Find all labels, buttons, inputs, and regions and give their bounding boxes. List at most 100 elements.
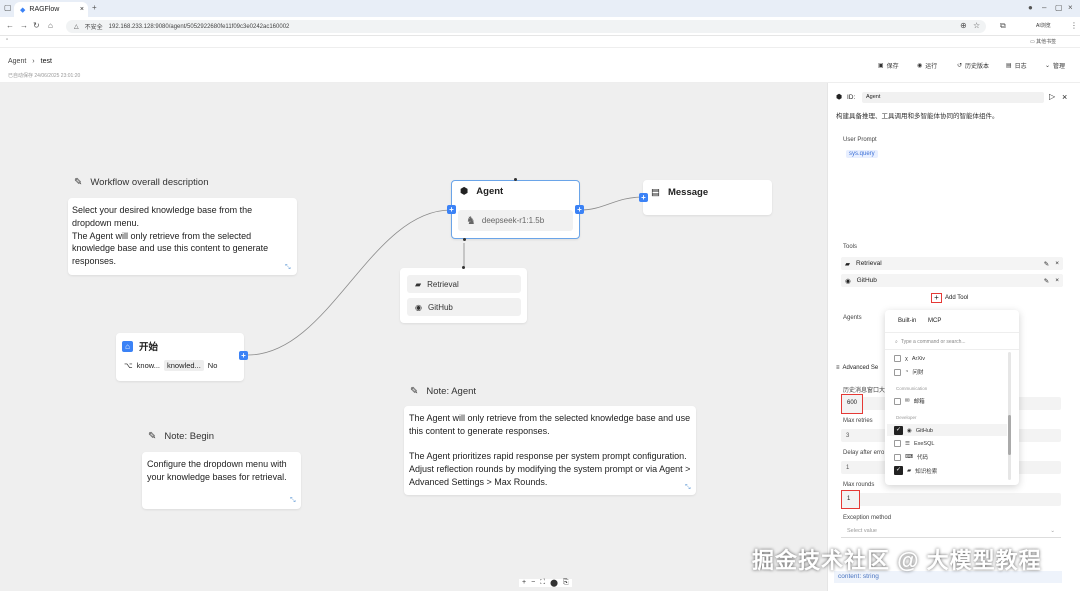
home-icon: ⌂ bbox=[122, 340, 133, 352]
agent-model-pill[interactable]: ♞ deepseek-r1:1.5b bbox=[458, 210, 573, 231]
wencai-icon: ◔ bbox=[905, 369, 909, 375]
panel-id-input[interactable]: Agent bbox=[862, 92, 1044, 103]
max-rounds-value[interactable]: 1 bbox=[841, 490, 860, 509]
forward-icon[interactable]: → bbox=[20, 21, 28, 30]
new-tab-icon[interactable]: + bbox=[92, 3, 97, 12]
fit-view-button[interactable]: ⛶ bbox=[540, 579, 545, 587]
reload-icon[interactable]: ↻ bbox=[33, 21, 40, 30]
max-rounds-input[interactable] bbox=[841, 493, 1061, 506]
popup-search[interactable]: ⌕ Type a command or search... bbox=[895, 339, 966, 345]
resize-handle-icon[interactable]: ⤡ bbox=[290, 497, 296, 505]
remove-icon[interactable]: × bbox=[1055, 260, 1059, 267]
agent-note-body[interactable]: The Agent will only retrieve from the se… bbox=[404, 406, 696, 495]
tab-actions-icon[interactable]: ▢ bbox=[4, 3, 12, 12]
run-node-icon[interactable]: ▷ bbox=[1049, 92, 1055, 101]
tools-node-item-github[interactable]: ◉ GitHub bbox=[407, 298, 521, 316]
breadcrumb: Agent › test bbox=[8, 58, 52, 65]
begin-param-row[interactable]: ⌥ know... knowled... No bbox=[124, 360, 217, 371]
add-tool-button[interactable]: + Add Tool bbox=[931, 293, 968, 303]
lock-button[interactable]: ⬤ bbox=[550, 579, 558, 587]
url-field[interactable]: △ 不安全 192.168.233.128:9080/agent/5052922… bbox=[66, 20, 986, 33]
group-communication: Communication bbox=[896, 386, 928, 391]
manage-button[interactable]: ⌄ 管理 bbox=[1045, 61, 1065, 70]
begin-output-handle[interactable]: + bbox=[239, 351, 248, 360]
profile-icon[interactable]: ● bbox=[1028, 3, 1033, 12]
overall-note-title-text: Workflow overall description bbox=[90, 177, 209, 188]
popup-search-placeholder: Type a command or search... bbox=[900, 339, 966, 345]
begin-node-header: ⌂ 开始 bbox=[122, 339, 158, 353]
log-button[interactable]: ▤ 日志 bbox=[1006, 61, 1027, 70]
checkbox[interactable] bbox=[894, 397, 901, 405]
overall-note-title: ✎ Workflow overall description bbox=[74, 177, 208, 188]
begin-param-value: knowled... bbox=[164, 360, 204, 371]
home-icon[interactable]: ⌂ bbox=[48, 21, 53, 30]
back-icon[interactable]: ← bbox=[6, 21, 14, 30]
minimize-icon[interactable]: – bbox=[1042, 3, 1046, 12]
user-prompt-variable[interactable]: sys.query bbox=[846, 150, 878, 158]
tools-node-item-retrieval[interactable]: ▰ Retrieval bbox=[407, 275, 521, 293]
checkbox[interactable] bbox=[894, 368, 901, 376]
message-icon: ▤ bbox=[651, 187, 660, 198]
tool-option-arxiv[interactable]: χ ArXiv bbox=[894, 355, 925, 362]
tool-option-code[interactable]: ⌨ 代码 bbox=[894, 453, 928, 461]
resize-handle-icon[interactable]: ⤡ bbox=[285, 264, 291, 272]
run-label: 运行 bbox=[925, 64, 938, 70]
tool-option-wencai[interactable]: ◔ 问财 bbox=[894, 368, 923, 376]
agent-input-handle[interactable]: + bbox=[447, 205, 456, 214]
bookmark-dot-icon[interactable]: ▫ bbox=[6, 37, 8, 43]
tab-mcp[interactable]: MCP bbox=[928, 318, 941, 324]
play-icon: ◉ bbox=[917, 63, 923, 69]
tool-option-label: 代码 bbox=[916, 455, 928, 461]
run-button[interactable]: ◉ 运行 bbox=[917, 61, 937, 70]
extensions-icon[interactable]: ⧉ bbox=[1000, 21, 1006, 31]
close-window-icon[interactable]: × bbox=[1068, 3, 1073, 12]
popup-scrollbar-thumb[interactable] bbox=[1008, 415, 1011, 455]
exception-method-placeholder: Select value bbox=[847, 528, 877, 534]
begin-note-body[interactable]: Configure the dropdown menu with your kn… bbox=[142, 452, 301, 509]
agent-output-handle[interactable]: + bbox=[575, 205, 584, 214]
exception-method-select[interactable]: Select value ⌄ bbox=[841, 526, 1061, 538]
tool-row-github[interactable]: ◉ GitHub ✎ × bbox=[841, 274, 1063, 287]
checkbox[interactable] bbox=[894, 453, 901, 461]
popup-divider bbox=[885, 332, 1019, 333]
close-icon[interactable]: × bbox=[1062, 92, 1067, 102]
tool-option-exesql[interactable]: ☰ ExeSQL bbox=[894, 440, 934, 447]
zoom-icon[interactable]: ⊕ bbox=[960, 21, 967, 30]
tools-node-top-dot bbox=[462, 266, 465, 269]
tab-built-in[interactable]: Built-in bbox=[898, 318, 916, 324]
message-input-handle[interactable]: + bbox=[639, 193, 648, 202]
star-icon[interactable]: ☆ bbox=[973, 21, 980, 30]
checkbox[interactable] bbox=[894, 440, 901, 447]
zoom-out-button[interactable]: − bbox=[531, 579, 535, 587]
history-window-value[interactable]: 600 bbox=[841, 394, 863, 414]
overall-note-body[interactable]: Select your desired knowledge base from … bbox=[68, 198, 297, 275]
edit-icon[interactable]: ✎ bbox=[1044, 277, 1049, 285]
plus-icon: + bbox=[931, 293, 942, 303]
save-button[interactable]: ▣ 保存 bbox=[878, 61, 899, 70]
remove-icon[interactable]: × bbox=[1055, 277, 1059, 284]
breadcrumb-root[interactable]: Agent bbox=[8, 58, 26, 65]
close-tab-icon[interactable]: × bbox=[80, 6, 84, 13]
tool-row-retrieval[interactable]: ▰ Retrieval ✎ × bbox=[841, 257, 1063, 270]
tool-option-retrieval[interactable]: ✓ ▰ 知识检索 bbox=[894, 466, 937, 475]
resize-handle-icon[interactable]: ⤡ bbox=[685, 484, 691, 492]
other-bookmarks[interactable]: ▭ 其他书签 bbox=[1030, 38, 1056, 45]
profile-button[interactable]: AI浏览 bbox=[1036, 22, 1051, 29]
checkbox-checked[interactable]: ✓ bbox=[894, 466, 903, 475]
advanced-settings-toggle[interactable]: ≡ Advanced Se bbox=[836, 365, 878, 371]
menu-icon[interactable]: ⋮ bbox=[1070, 21, 1078, 30]
breadcrumb-current: test bbox=[40, 58, 52, 65]
zoom-in-button[interactable]: + bbox=[522, 579, 526, 587]
browser-tab[interactable]: ◆ RAGFlow × bbox=[14, 2, 88, 17]
panel-cube-icon: ⬢ bbox=[836, 94, 843, 101]
checkbox[interactable] bbox=[894, 355, 901, 362]
tool-option-email[interactable]: ✉ 邮箱 bbox=[894, 397, 925, 405]
history-button[interactable]: ↺ 历史版本 bbox=[957, 61, 989, 70]
maximize-icon[interactable]: ▢ bbox=[1055, 3, 1063, 12]
edit-icon[interactable]: ✎ bbox=[1044, 260, 1049, 268]
code-icon: ⌨ bbox=[905, 454, 913, 460]
tool-option-github[interactable]: ✓ ◉ GitHub bbox=[894, 426, 933, 435]
checkbox-checked[interactable]: ✓ bbox=[894, 426, 903, 435]
export-button[interactable]: ⎘ bbox=[563, 579, 569, 587]
agent-node-title: Agent bbox=[476, 186, 504, 197]
